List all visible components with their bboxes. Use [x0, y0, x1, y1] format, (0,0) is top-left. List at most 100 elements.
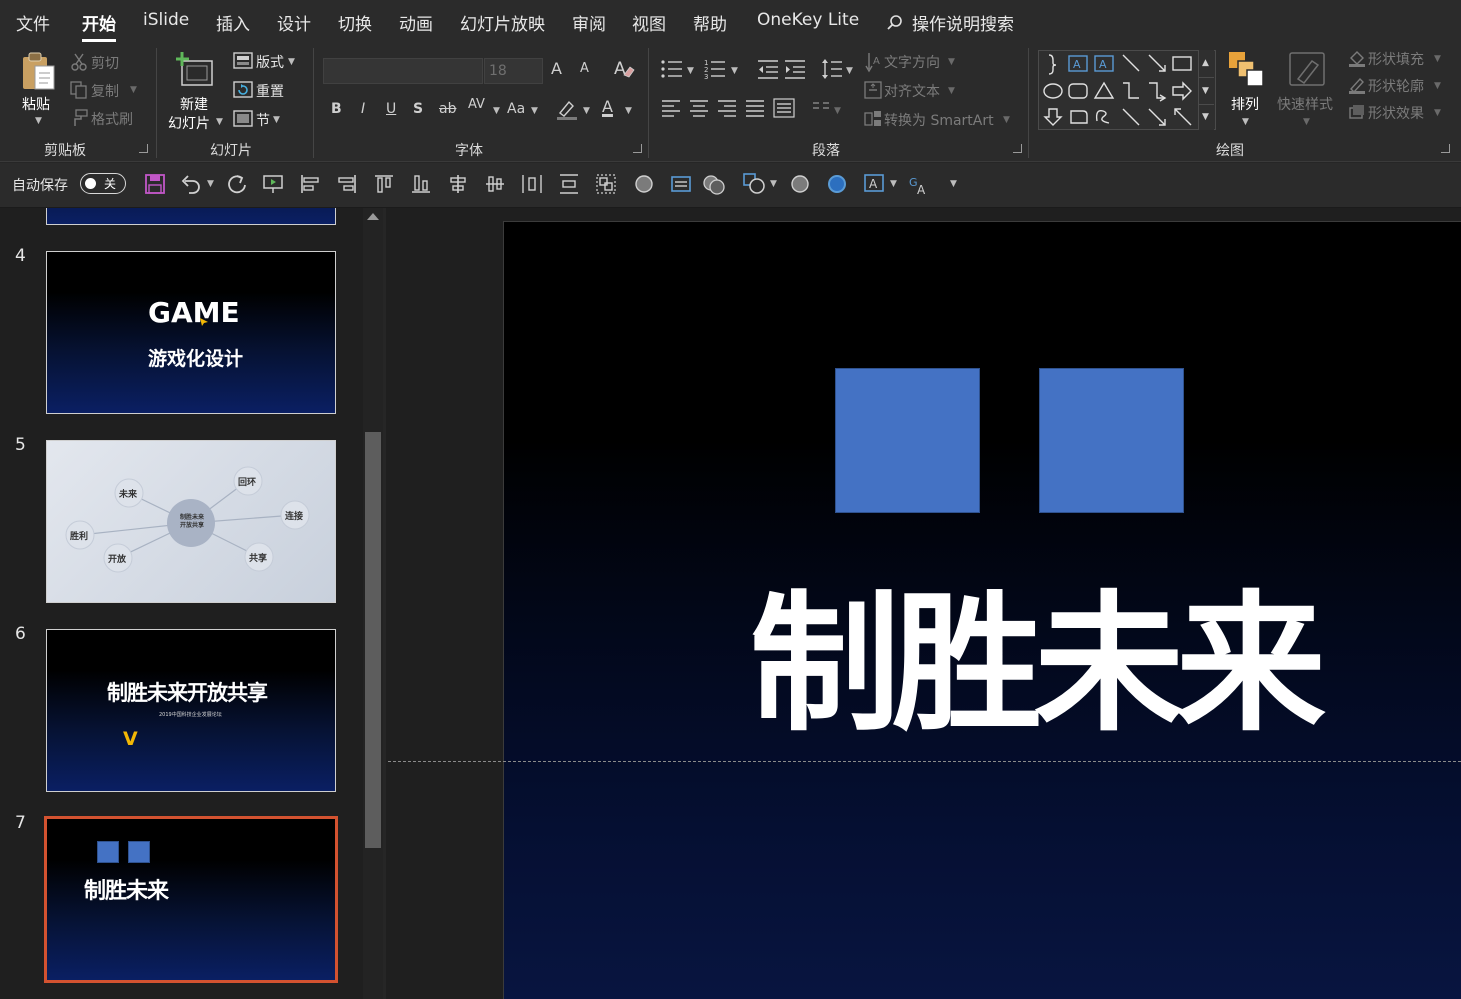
shape-outline-circle-icon[interactable] [827, 174, 847, 194]
tell-me-search[interactable]: 操作说明搜索 [886, 10, 1014, 35]
font-color-dropdown-icon[interactable]: ▼ [625, 106, 632, 116]
layout-button[interactable]: 版式 ▼ [231, 51, 301, 73]
align-left-objects-icon[interactable] [300, 174, 320, 194]
shape-fill-circle-icon[interactable] [790, 174, 810, 194]
highlight-icon[interactable] [555, 97, 579, 121]
shape-outline-button[interactable]: 形状轮廓 ▼ [1346, 76, 1446, 96]
shapes-gallery[interactable]: A A [1038, 50, 1216, 130]
thumbnail-scrollbar[interactable] [363, 208, 383, 999]
copy-dropdown-icon[interactable]: ▼ [130, 85, 137, 95]
align-center-objects-icon[interactable] [448, 174, 468, 194]
justify-icon[interactable] [745, 99, 765, 117]
distribute-vertical-icon[interactable] [559, 174, 579, 194]
copy-button[interactable]: 复制 ▼ [68, 81, 140, 101]
shape-effects-button[interactable]: 形状效果 ▼ [1346, 103, 1446, 123]
highlight-dropdown-icon[interactable]: ▼ [583, 106, 590, 116]
text-box-icon[interactable] [671, 174, 691, 194]
customize-qat-icon[interactable]: ▼ [950, 179, 957, 189]
bullets-icon[interactable] [661, 59, 683, 79]
arrange-button[interactable]: 排列 ▼ [1224, 48, 1268, 130]
tab-file[interactable]: 文件 [16, 10, 50, 35]
align-center-icon[interactable] [689, 99, 709, 117]
reset-button[interactable]: 重置 [231, 80, 301, 102]
textbox-style-dropdown-icon[interactable]: ▼ [890, 179, 897, 189]
font-launcher-icon[interactable] [633, 144, 642, 153]
character-spacing-dropdown-icon[interactable]: ▼ [493, 106, 500, 116]
align-bottom-objects-icon[interactable] [411, 174, 431, 194]
shape-fill-button[interactable]: 形状填充 ▼ [1346, 49, 1446, 69]
underline-button[interactable]: U [386, 101, 396, 117]
translate-icon[interactable]: GA [908, 173, 930, 197]
undo-dropdown-icon[interactable]: ▼ [207, 179, 214, 189]
new-slide-dropdown-icon[interactable]: ▼ [216, 117, 223, 127]
slide-thumbnail[interactable]: 制胜未来开放共享 2019中国科技企业发展论坛 V [46, 629, 336, 792]
shrink-font-button[interactable]: A [580, 61, 589, 76]
text-direction-button[interactable]: A 文字方向 ▼ [862, 51, 962, 73]
tab-review[interactable]: 审阅 [572, 10, 606, 35]
tab-islide[interactable]: iSlide [143, 10, 189, 30]
slide-thumbnail[interactable] [46, 208, 336, 225]
tab-transitions[interactable]: 切换 [338, 10, 372, 35]
new-slide-button[interactable]: 新建 幻灯片 ▼ [166, 48, 224, 132]
group-objects-icon[interactable] [596, 174, 616, 194]
slide-thumbnail[interactable]: 制胜未来 开放共享 未来 回环 连接 胜利 开放 共享 [46, 440, 336, 603]
drawing-launcher-icon[interactable] [1441, 144, 1450, 153]
scroll-up-icon[interactable] [367, 213, 379, 220]
text-shadow-button[interactable]: S [413, 101, 423, 117]
main-slide-title[interactable]: 制胜未来 [750, 590, 1326, 740]
tab-home[interactable]: 开始 [82, 10, 116, 42]
font-color-button[interactable]: A [602, 97, 613, 116]
align-top-objects-icon[interactable] [374, 174, 394, 194]
strikethrough-button[interactable]: ab [439, 101, 456, 117]
change-case-button[interactable]: Aa [507, 101, 525, 117]
paragraph-launcher-icon[interactable] [1013, 144, 1022, 153]
increase-indent-icon[interactable] [784, 59, 806, 79]
distributed-icon[interactable] [773, 98, 795, 118]
tab-onekey-lite[interactable]: OneKey Lite [757, 10, 859, 30]
paste-button[interactable]: 粘贴 ▼ [14, 48, 62, 130]
autosave-toggle[interactable]: 关 [80, 173, 126, 194]
save-icon[interactable] [145, 174, 165, 194]
decrease-indent-icon[interactable] [757, 59, 779, 79]
edit-shape-dropdown-icon[interactable]: ▼ [770, 179, 777, 189]
section-button[interactable]: 节 ▼ [231, 109, 301, 131]
align-right-icon[interactable] [717, 99, 737, 117]
bold-button[interactable]: B [331, 101, 342, 117]
gallery-more-button[interactable]: ▼ [1198, 104, 1214, 130]
format-painter-button[interactable]: 格式刷 [68, 109, 140, 129]
tab-insert[interactable]: 插入 [216, 10, 250, 35]
distribute-horizontal-icon[interactable] [522, 174, 542, 194]
edit-shape-icon[interactable] [743, 173, 767, 195]
tab-help[interactable]: 帮助 [693, 10, 727, 35]
change-case-dropdown-icon[interactable]: ▼ [531, 106, 538, 116]
columns-dropdown-icon[interactable]: ▼ [834, 106, 841, 116]
align-text-button[interactable]: 对齐文本 ▼ [862, 80, 962, 102]
numbering-icon[interactable]: 123 [704, 58, 726, 81]
tab-design[interactable]: 设计 [277, 10, 311, 35]
tab-slideshow[interactable]: 幻灯片放映 [460, 10, 545, 35]
slide-thumbnail[interactable]: GAME 游戏化设计 [46, 251, 336, 414]
tab-view[interactable]: 视图 [632, 10, 666, 35]
gallery-scroll-up[interactable]: ▲ [1198, 50, 1214, 77]
shape-circle-icon[interactable] [634, 174, 654, 194]
gallery-scroll-down[interactable]: ▼ [1198, 77, 1214, 104]
redo-icon[interactable] [226, 173, 248, 195]
align-right-objects-icon[interactable] [337, 174, 357, 194]
slide-thumbnail-selected[interactable]: 制胜未来 [44, 816, 338, 983]
quick-styles-button[interactable]: 快速样式 ▼ [1276, 48, 1338, 130]
grow-font-button[interactable]: A [551, 59, 562, 78]
convert-smartart-button[interactable]: 转换为 SmartArt ▼ [862, 109, 1017, 131]
main-slide-canvas[interactable]: 制胜未来 [503, 221, 1461, 999]
numbering-dropdown-icon[interactable]: ▼ [731, 66, 738, 76]
character-spacing-button[interactable]: AV [468, 97, 485, 112]
font-name-combobox[interactable] [323, 58, 483, 84]
cut-button[interactable]: 剪切 [68, 53, 128, 73]
align-middle-objects-icon[interactable] [485, 174, 505, 194]
columns-icon[interactable] [812, 100, 830, 116]
textbox-style-icon[interactable]: A [864, 173, 886, 195]
undo-icon[interactable] [180, 173, 202, 195]
blue-square-left[interactable] [835, 368, 980, 513]
line-spacing-icon[interactable] [821, 58, 843, 80]
italic-button[interactable]: I [361, 101, 365, 117]
font-size-combobox[interactable]: 18 [484, 58, 543, 84]
